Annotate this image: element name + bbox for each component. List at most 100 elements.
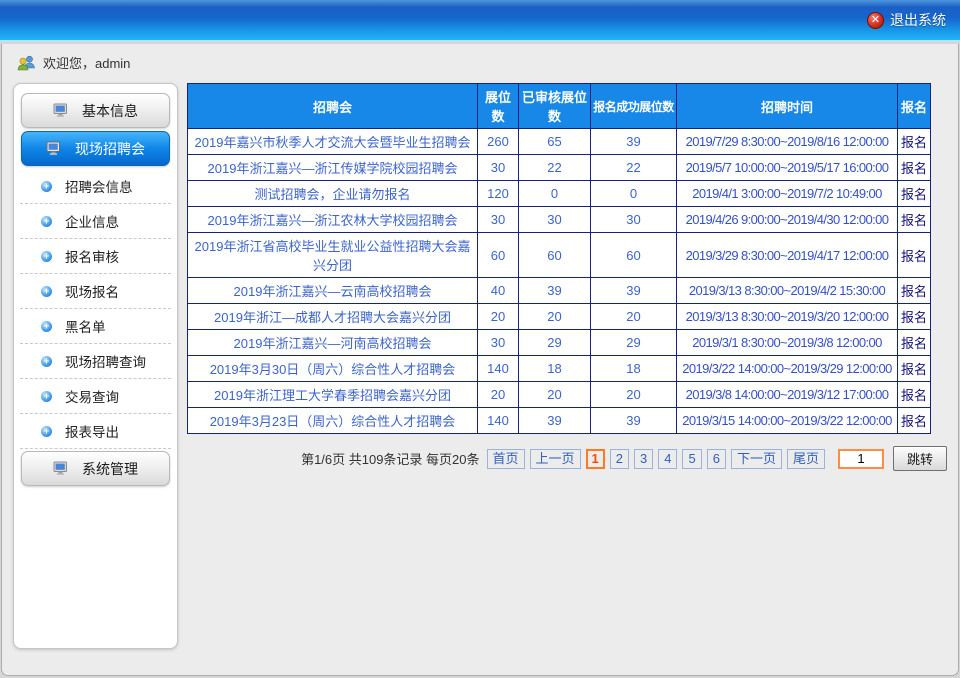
monitor-icon xyxy=(53,461,70,476)
sidebar-submenu: + 招聘会信息 + 企业信息 + 报名审核 + 现场报名 + 黑名单 + 现场招… xyxy=(20,169,171,449)
plus-orb-icon: + xyxy=(41,286,52,297)
success-booth-count: 18 xyxy=(591,356,677,382)
sidebar-subitem[interactable]: + 招聘会信息 xyxy=(20,169,171,204)
signup-link[interactable]: 报名 xyxy=(901,213,927,228)
sidebar: 基本信息 现场招聘会 + 招聘会信息 + 企业信息 + 报 xyxy=(13,83,178,649)
signup-link[interactable]: 报名 xyxy=(901,249,927,264)
table-row: 2019年3月30日（周六）综合性人才招聘会 140 18 18 2019/3/… xyxy=(188,356,931,382)
booth-count: 140 xyxy=(478,356,519,382)
last-page-button[interactable]: 尾页 xyxy=(787,449,825,469)
sidebar-subitem-label: 现场报名 xyxy=(65,281,119,301)
logout-button[interactable]: ✕ 退出系统 xyxy=(867,10,946,30)
sidebar-subitem[interactable]: + 企业信息 xyxy=(20,204,171,239)
sidebar-subitem[interactable]: + 交易查询 xyxy=(20,379,171,414)
fair-name-link[interactable]: 2019年浙江嘉兴—浙江农林大学校园招聘会 xyxy=(208,213,458,228)
job-fairs-table: 招聘会 展位数 已审核展位数 报名成功展位数 招聘时间 报名 2019年嘉兴市秋… xyxy=(187,83,931,434)
page-button[interactable]: 3 xyxy=(634,449,653,469)
sidebar-subitem-label: 报名审核 xyxy=(65,246,119,266)
success-booth-count: 60 xyxy=(591,233,677,278)
plus-orb-icon: + xyxy=(41,251,52,262)
success-booth-count: 0 xyxy=(591,181,677,207)
jump-page-input[interactable] xyxy=(838,449,884,469)
page-button-current[interactable]: 1 xyxy=(586,449,605,469)
page-number-list: 123456 xyxy=(586,449,726,469)
page-button[interactable]: 2 xyxy=(610,449,629,469)
fair-name-link[interactable]: 测试招聘会，企业请勿报名 xyxy=(254,187,410,202)
recruit-time: 2019/3/1 8:30:00~2019/3/8 12:00:00 xyxy=(677,330,898,356)
approved-booth-count: 30 xyxy=(519,207,591,233)
signup-link[interactable]: 报名 xyxy=(901,187,927,202)
sidebar-subitem-label: 招聘会信息 xyxy=(65,176,133,196)
booth-count: 30 xyxy=(478,330,519,356)
success-booth-count: 20 xyxy=(591,382,677,408)
signup-link[interactable]: 报名 xyxy=(901,135,927,150)
page-button[interactable]: 4 xyxy=(658,449,677,469)
fair-name-link[interactable]: 2019年浙江嘉兴—浙江传媒学院校园招聘会 xyxy=(208,161,458,176)
approved-booth-count: 39 xyxy=(519,408,591,434)
fair-name-link[interactable]: 2019年浙江省高校毕业生就业公益性招聘大会嘉兴分团 xyxy=(195,239,471,273)
sidebar-subitem[interactable]: + 报表导出 xyxy=(20,414,171,449)
approved-booth-count: 20 xyxy=(519,382,591,408)
plus-orb-icon: + xyxy=(41,321,52,332)
users-icon xyxy=(17,55,36,71)
table-header-row: 招聘会 展位数 已审核展位数 报名成功展位数 招聘时间 报名 xyxy=(188,84,931,129)
monitor-icon xyxy=(46,141,63,156)
sidebar-item-system-mgmt[interactable]: 系统管理 xyxy=(21,451,170,486)
page-button[interactable]: 5 xyxy=(682,449,701,469)
recruit-time: 2019/3/22 14:00:00~2019/3/29 12:00:00 xyxy=(677,356,898,382)
fair-name-link[interactable]: 2019年3月23日（周六）综合性人才招聘会 xyxy=(210,414,456,429)
table-row: 2019年嘉兴市秋季人才交流大会暨毕业生招聘会 260 65 39 2019/7… xyxy=(188,129,931,155)
recruit-time: 2019/4/26 9:00:00~2019/4/30 12:00:00 xyxy=(677,207,898,233)
prev-page-button[interactable]: 上一页 xyxy=(530,449,581,469)
page-button[interactable]: 6 xyxy=(707,449,726,469)
success-booth-count: 22 xyxy=(591,155,677,181)
top-header-bar: ✕ 退出系统 xyxy=(0,0,960,42)
next-page-button[interactable]: 下一页 xyxy=(731,449,782,469)
signup-link[interactable]: 报名 xyxy=(901,161,927,176)
jump-button[interactable]: 跳转 xyxy=(893,446,947,471)
success-booth-count: 29 xyxy=(591,330,677,356)
plus-orb-icon: + xyxy=(41,391,52,402)
approved-booth-count: 20 xyxy=(519,304,591,330)
signup-link[interactable]: 报名 xyxy=(901,284,927,299)
fair-name-link[interactable]: 2019年浙江—成都人才招聘大会嘉兴分团 xyxy=(214,310,451,325)
approved-booth-count: 0 xyxy=(519,181,591,207)
table-row: 2019年浙江—成都人才招聘大会嘉兴分团 20 20 20 2019/3/13 … xyxy=(188,304,931,330)
sidebar-subitem[interactable]: + 现场报名 xyxy=(20,274,171,309)
sidebar-subitem[interactable]: + 现场招聘查询 xyxy=(20,344,171,379)
signup-link[interactable]: 报名 xyxy=(901,414,927,429)
signup-link[interactable]: 报名 xyxy=(901,336,927,351)
sidebar-item-onsite-fair[interactable]: 现场招聘会 xyxy=(21,131,170,166)
sidebar-subitem-label: 黑名单 xyxy=(65,316,106,336)
recruit-time: 2019/3/13 8:30:00~2019/4/2 15:30:00 xyxy=(677,278,898,304)
approved-booth-count: 65 xyxy=(519,129,591,155)
signup-link[interactable]: 报名 xyxy=(901,362,927,377)
col-header-fair: 招聘会 xyxy=(188,84,478,129)
sidebar-item-basic-info[interactable]: 基本信息 xyxy=(21,93,170,128)
signup-link[interactable]: 报名 xyxy=(901,310,927,325)
fair-name-link[interactable]: 2019年3月30日（周六）综合性人才招聘会 xyxy=(210,362,456,377)
col-header-time: 招聘时间 xyxy=(677,84,898,129)
fair-name-link[interactable]: 2019年浙江嘉兴—云南高校招聘会 xyxy=(234,284,432,299)
first-page-button[interactable]: 首页 xyxy=(487,449,525,469)
booth-count: 20 xyxy=(478,304,519,330)
signup-link[interactable]: 报名 xyxy=(901,388,927,403)
fair-name-link[interactable]: 2019年浙江嘉兴—河南高校招聘会 xyxy=(234,336,432,351)
booth-count: 20 xyxy=(478,382,519,408)
fair-name-link[interactable]: 2019年浙江理工大学春季招聘会嘉兴分团 xyxy=(214,388,451,403)
success-booth-count: 30 xyxy=(591,207,677,233)
sidebar-subitem[interactable]: + 报名审核 xyxy=(20,239,171,274)
approved-booth-count: 18 xyxy=(519,356,591,382)
plus-orb-icon: + xyxy=(41,426,52,437)
table-row: 2019年浙江嘉兴—浙江农林大学校园招聘会 30 30 30 2019/4/26… xyxy=(188,207,931,233)
fair-name-link[interactable]: 2019年嘉兴市秋季人才交流大会暨毕业生招聘会 xyxy=(195,135,471,150)
plus-orb-icon: + xyxy=(41,216,52,227)
success-booth-count: 39 xyxy=(591,278,677,304)
logout-close-icon: ✕ xyxy=(867,12,884,29)
col-header-action: 报名 xyxy=(898,84,931,129)
approved-booth-count: 39 xyxy=(519,278,591,304)
recruit-time: 2019/7/29 8:30:00~2019/8/16 12:00:00 xyxy=(677,129,898,155)
sidebar-subitem[interactable]: + 黑名单 xyxy=(20,309,171,344)
table-row: 2019年浙江嘉兴—河南高校招聘会 30 29 29 2019/3/1 8:30… xyxy=(188,330,931,356)
sidebar-subitem-label: 企业信息 xyxy=(65,211,119,231)
